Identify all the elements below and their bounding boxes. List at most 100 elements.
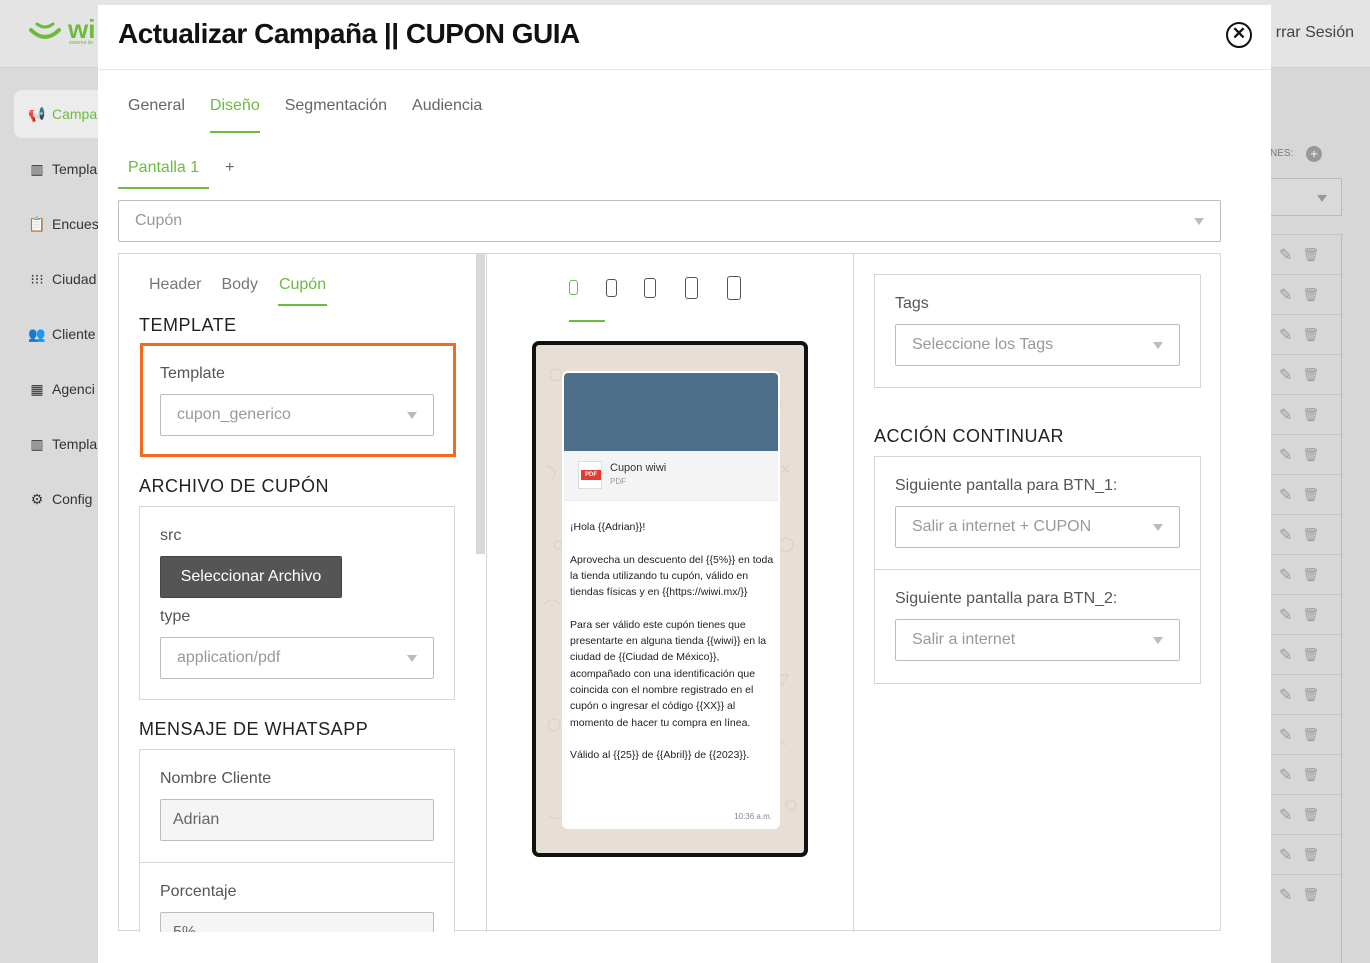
- background-filter-label: NES:: [1270, 148, 1294, 159]
- device-small-phone-icon[interactable]: [569, 280, 578, 295]
- trash-icon[interactable]: 🗑: [1302, 247, 1319, 263]
- select-file-button[interactable]: Seleccionar Archivo: [160, 556, 342, 598]
- tags-select[interactable]: Seleccione los Tags: [895, 324, 1180, 366]
- document-attachment[interactable]: PDF Cupon wiwi PDF: [564, 451, 778, 501]
- tab-segmentacion[interactable]: Segmentación: [285, 97, 387, 133]
- tab-audiencia[interactable]: Audiencia: [412, 97, 482, 133]
- trash-icon[interactable]: 🗑: [1302, 567, 1319, 583]
- edit-icon[interactable]: ✎: [1279, 245, 1292, 265]
- table-row: ✎ 🗑: [1271, 234, 1343, 274]
- edit-icon[interactable]: ✎: [1279, 285, 1292, 305]
- trash-icon[interactable]: 🗑: [1302, 767, 1319, 783]
- modal-title: Actualizar Campaña || CUPON GUIA: [118, 18, 580, 49]
- table-row: ✎ 🗑: [1271, 274, 1343, 314]
- users-icon: 👥: [28, 325, 46, 342]
- btn1-label: Siguiente pantalla para BTN_1:: [895, 477, 1118, 494]
- trash-icon[interactable]: 🗑: [1302, 327, 1319, 343]
- screen-type-select[interactable]: Cupón: [118, 200, 1221, 242]
- sidebar-item-6[interactable]: ▥ Templa: [14, 420, 104, 468]
- left-column-scrollbar[interactable]: [476, 254, 485, 554]
- sidebar-item-5[interactable]: ▦ Agenci: [14, 365, 104, 413]
- edit-icon[interactable]: ✎: [1279, 445, 1292, 465]
- trash-icon[interactable]: 🗑: [1302, 527, 1319, 543]
- sidebar-item-7[interactable]: ⚙ Config: [14, 475, 104, 523]
- porcentaje-input[interactable]: 5%: [160, 912, 434, 932]
- trash-icon[interactable]: 🗑: [1302, 367, 1319, 383]
- nombre-cliente-input[interactable]: Adrian: [160, 799, 434, 841]
- add-screen-button[interactable]: +: [225, 159, 234, 177]
- modal-tabs: General Diseño Segmentación Audiencia: [128, 97, 507, 133]
- edit-icon[interactable]: ✎: [1279, 885, 1292, 905]
- sidebar-item-1[interactable]: ▥ Templa: [14, 145, 104, 193]
- table-row: ✎ 🗑: [1271, 754, 1343, 794]
- edit-icon[interactable]: ✎: [1279, 565, 1292, 585]
- edit-icon[interactable]: ✎: [1279, 365, 1292, 385]
- template-icon: ▥: [30, 160, 44, 177]
- sidebar-item-4[interactable]: 👥 Cliente: [14, 310, 104, 358]
- design-panel: Header Body Cupón TEMPLATE Template cupo…: [118, 253, 1221, 932]
- sidebar-item-3[interactable]: ⁝⁝⁝ Ciudad: [14, 255, 104, 303]
- tab-header[interactable]: Header: [149, 276, 201, 306]
- content-sub-tabs: Header Body Cupón: [149, 276, 347, 306]
- sidebar-item-2[interactable]: 📋 Encues: [14, 200, 104, 248]
- edit-icon[interactable]: ✎: [1279, 645, 1292, 665]
- device-large-phone-icon[interactable]: [644, 278, 656, 298]
- trash-icon[interactable]: 🗑: [1302, 807, 1319, 823]
- edit-icon[interactable]: ✎: [1279, 525, 1292, 545]
- tab-body[interactable]: Body: [221, 276, 257, 306]
- whatsapp-section-title: MENSAJE DE WHATSAPP: [139, 719, 369, 739]
- gear-icon: ⚙: [30, 490, 44, 507]
- btn2-select[interactable]: Salir a internet: [895, 619, 1180, 661]
- clipboard-icon: 📋: [28, 215, 46, 232]
- trash-icon[interactable]: 🗑: [1302, 607, 1319, 623]
- trash-icon[interactable]: 🗑: [1302, 487, 1319, 503]
- logout-link[interactable]: rrar Sesión: [1276, 24, 1354, 42]
- tab-cupon[interactable]: Cupón: [277, 276, 328, 306]
- template-section-title: TEMPLATE: [139, 315, 237, 335]
- edit-icon[interactable]: ✎: [1279, 485, 1292, 505]
- screen-tabs: Pantalla 1 +: [118, 155, 235, 189]
- trash-icon[interactable]: 🗑: [1302, 847, 1319, 863]
- tab-diseno[interactable]: Diseño: [209, 97, 260, 133]
- type-select[interactable]: application/pdf: [160, 637, 434, 679]
- sidebar-item-0[interactable]: 📢 Campa: [14, 90, 104, 138]
- sidebar-item-label: Ciudad: [52, 271, 97, 287]
- table-row: ✎ 🗑: [1271, 394, 1343, 434]
- tags-label: Tags: [895, 295, 929, 312]
- background-filter-select[interactable]: [1270, 178, 1342, 216]
- message-text: ¡Hola {{Adrian}}! Aprovecha un descuento…: [570, 521, 774, 762]
- tab-pantalla-1[interactable]: Pantalla 1: [118, 155, 210, 189]
- add-circle-icon[interactable]: +: [1306, 146, 1322, 162]
- edit-icon[interactable]: ✎: [1279, 765, 1292, 785]
- trash-icon[interactable]: 🗑: [1302, 447, 1319, 463]
- edit-icon[interactable]: ✎: [1279, 405, 1292, 425]
- edit-icon[interactable]: ✎: [1279, 725, 1292, 745]
- table-row: ✎ 🗑: [1271, 634, 1343, 674]
- close-icon[interactable]: ✕: [1226, 22, 1252, 48]
- edit-icon[interactable]: ✎: [1279, 325, 1292, 345]
- edit-icon[interactable]: ✎: [1279, 805, 1292, 825]
- src-label: src: [160, 527, 182, 544]
- trash-icon[interactable]: 🗑: [1302, 407, 1319, 423]
- sidebar-item-label: Agenci: [52, 381, 95, 397]
- edit-icon[interactable]: ✎: [1279, 605, 1292, 625]
- device-tablet-icon[interactable]: [727, 276, 741, 300]
- edit-icon[interactable]: ✎: [1279, 685, 1292, 705]
- tab-general[interactable]: General: [128, 97, 185, 133]
- device-xl-phone-icon[interactable]: [685, 277, 698, 299]
- trash-icon[interactable]: 🗑: [1302, 887, 1319, 903]
- modal-header: Actualizar Campaña || CUPON GUIA ✕: [98, 5, 1271, 70]
- pdf-icon: PDF: [578, 461, 602, 489]
- trash-icon[interactable]: 🗑: [1302, 687, 1319, 703]
- table-row: ✎ 🗑: [1271, 434, 1343, 474]
- document-type: PDF: [610, 477, 626, 486]
- trash-icon[interactable]: 🗑: [1302, 647, 1319, 663]
- template-select[interactable]: cupon_generico: [160, 394, 434, 436]
- trash-icon[interactable]: 🗑: [1302, 727, 1319, 743]
- btn1-select[interactable]: Salir a internet + CUPON: [895, 506, 1180, 548]
- edit-icon[interactable]: ✎: [1279, 845, 1292, 865]
- megaphone-icon: 📢: [28, 105, 46, 122]
- device-phone-icon[interactable]: [606, 279, 617, 297]
- trash-icon[interactable]: 🗑: [1302, 287, 1319, 303]
- device-selector: [569, 276, 769, 302]
